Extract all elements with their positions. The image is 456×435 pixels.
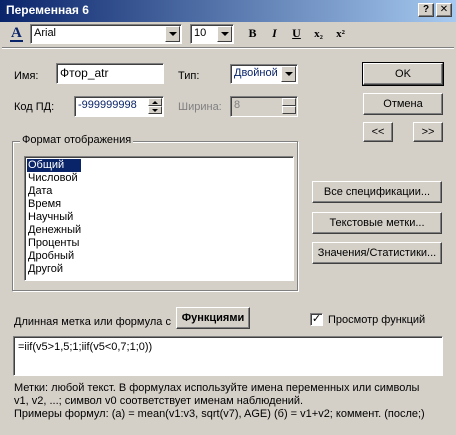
- checkmark-icon: ✓: [311, 313, 322, 325]
- chevron-down-icon[interactable]: [165, 26, 180, 42]
- format-group-title: Формат отображения: [20, 134, 134, 146]
- md-code-label: Код ПД:: [14, 101, 55, 113]
- spin-up-icon: [282, 98, 296, 106]
- formula-textarea[interactable]: =iif(v5>1,5;1;iif(v5<0,7;1;0)): [13, 336, 443, 376]
- italic-button[interactable]: I: [265, 24, 284, 43]
- cancel-button[interactable]: Отмена: [363, 93, 443, 115]
- font-size-select[interactable]: 10: [190, 24, 234, 44]
- type-label: Тип:: [178, 70, 200, 82]
- spin-up-icon[interactable]: [148, 98, 162, 106]
- help-line-2: v1, v2, ...; символ v0 соответствует име…: [14, 395, 304, 407]
- spin-down-icon: [282, 106, 296, 114]
- name-input[interactable]: Фтор_atr: [56, 63, 164, 84]
- all-specs-button[interactable]: Все спецификации...: [312, 181, 442, 203]
- ok-button[interactable]: OK: [362, 62, 444, 86]
- width-label: Ширина:: [178, 101, 222, 113]
- font-name-select[interactable]: Arial: [30, 24, 182, 44]
- next-variable-button[interactable]: >>: [413, 122, 443, 142]
- font-color-icon[interactable]: A: [8, 25, 26, 43]
- underline-button[interactable]: U: [287, 24, 306, 43]
- preview-functions-label: Просмотр функций: [328, 314, 426, 326]
- close-icon: ✕: [439, 4, 449, 15]
- bold-button[interactable]: B: [243, 24, 262, 43]
- format-items: Общий Числовой Дата Время Научный Денежный Про…: [27, 159, 293, 276]
- list-item[interactable]: Время: [27, 198, 293, 211]
- long-label-caption: Длинная метка или формула с: [14, 316, 171, 328]
- help-button[interactable]: ?: [418, 3, 434, 17]
- list-item[interactable]: Денежный: [27, 224, 293, 237]
- window-title: Переменная 6: [6, 3, 89, 17]
- superscript-button[interactable]: x²: [331, 24, 350, 43]
- list-item[interactable]: Другой: [27, 263, 293, 276]
- list-item[interactable]: Числовой: [27, 172, 293, 185]
- help-line-3: Примеры формул: (a) = mean(v1:v3, sqrt(v…: [14, 408, 425, 420]
- list-item[interactable]: Дробный: [27, 250, 293, 263]
- chevron-down-icon[interactable]: [217, 26, 232, 42]
- close-button[interactable]: ✕: [436, 3, 452, 17]
- format-list[interactable]: Общий Числовой Дата Время Научный Денежный Про…: [24, 156, 294, 281]
- list-item[interactable]: Научный: [27, 211, 293, 224]
- spin-down-icon[interactable]: [148, 106, 162, 114]
- width-input: 8: [230, 96, 298, 117]
- md-code-input[interactable]: -999999998: [74, 96, 164, 117]
- list-item[interactable]: Проценты: [27, 237, 293, 250]
- name-label: Имя:: [14, 70, 39, 82]
- functions-button[interactable]: Функциями: [176, 307, 250, 329]
- text-labels-button[interactable]: Текстовые метки...: [312, 212, 442, 234]
- list-item[interactable]: Общий: [27, 159, 81, 172]
- chevron-down-icon[interactable]: [281, 66, 296, 82]
- list-item[interactable]: Дата: [27, 185, 293, 198]
- subscript-button[interactable]: x₂: [309, 24, 328, 43]
- help-line-1: Метки: любой текст. В формулах используй…: [14, 382, 420, 394]
- toolbar-divider: [2, 47, 454, 49]
- preview-functions-checkbox[interactable]: ✓: [310, 313, 323, 326]
- prev-variable-button[interactable]: <<: [363, 122, 393, 142]
- values-stats-button[interactable]: Значения/Статистики...: [312, 242, 442, 264]
- type-select[interactable]: Двойной: [230, 64, 298, 84]
